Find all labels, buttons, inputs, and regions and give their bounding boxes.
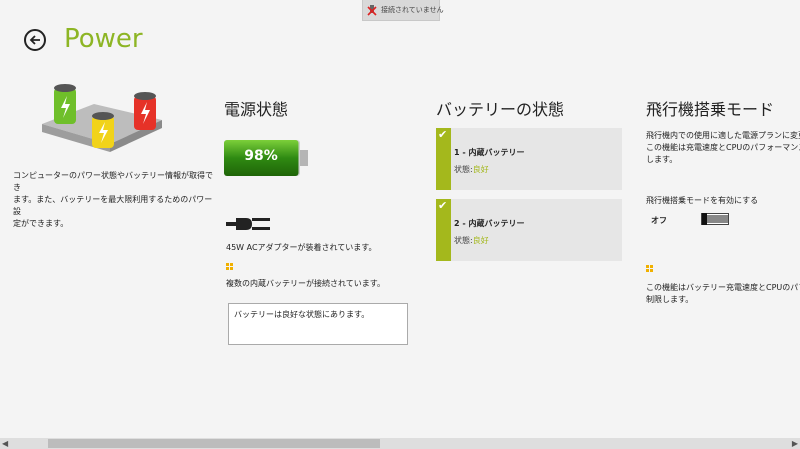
airplane-mode-heading: 飛行機搭乗モード	[646, 100, 775, 119]
battery-card-status: 状態:良好	[454, 236, 489, 245]
battery-message-box: バッテリーは良好な状態にあります。	[228, 303, 408, 345]
back-button[interactable]	[24, 29, 46, 51]
check-icon: ✔	[438, 199, 448, 212]
battery-card-2[interactable]: ✔ 2 - 内蔵バッテリー 状態:良好	[436, 199, 622, 261]
airplane-note: この機能はバッテリー充電速度とCPUのパフォ 制限します。	[646, 283, 800, 304]
battery-card-1[interactable]: ✔ 1 - 内蔵バッテリー 状態:良好	[436, 128, 622, 190]
scroll-left-icon[interactable]: ◀	[2, 438, 8, 449]
page-title: Power	[64, 24, 143, 54]
windows-flag-icon	[226, 263, 233, 270]
battery-message: バッテリーは良好な状態にあります。	[234, 310, 370, 319]
arrow-left-icon	[29, 35, 40, 45]
toggle-thumb[interactable]	[702, 213, 707, 225]
battery-percent: 98%	[244, 148, 278, 164]
scrollbar-thumb[interactable]	[48, 439, 380, 448]
airplane-mode-toggle[interactable]	[701, 213, 729, 225]
adapter-text: 45W ACアダプターが装着されています。	[226, 243, 377, 252]
toast-text: 接続されていません	[381, 6, 444, 14]
battery-card-title: 1 - 内蔵バッテリー	[454, 148, 525, 157]
app-description: コンピューターのパワー状態やバッテリー情報が取得でき ます。また、バッテリーを最…	[13, 171, 213, 228]
check-icon: ✔	[438, 128, 448, 141]
battery-card-status: 状態:良好	[454, 165, 489, 174]
battery-illustration-icon	[42, 84, 162, 152]
windows-flag-icon	[646, 265, 653, 272]
ac-plug-icon	[226, 218, 270, 230]
battery-card-title: 2 - 内蔵バッテリー	[454, 219, 525, 228]
airplane-toggle-label: 飛行機搭乗モードを有効にする	[646, 196, 759, 205]
airplane-description: 飛行機内での使用に適した電源プランに変更 この機能は充電速度とCPUのパフォーマ…	[646, 131, 800, 164]
multi-battery-text: 複数の内蔵バッテリーが接続されています。	[226, 279, 385, 288]
network-disconnected-icon	[367, 1, 377, 20]
network-status-toast[interactable]: 接続されていません	[362, 0, 444, 21]
battery-status-heading: バッテリーの状態	[436, 100, 565, 119]
scroll-right-icon[interactable]: ▶	[792, 438, 798, 449]
airplane-toggle-state: オフ	[651, 216, 667, 225]
power-state-heading: 電源状態	[224, 100, 289, 119]
battery-gauge: 98%	[224, 138, 312, 178]
